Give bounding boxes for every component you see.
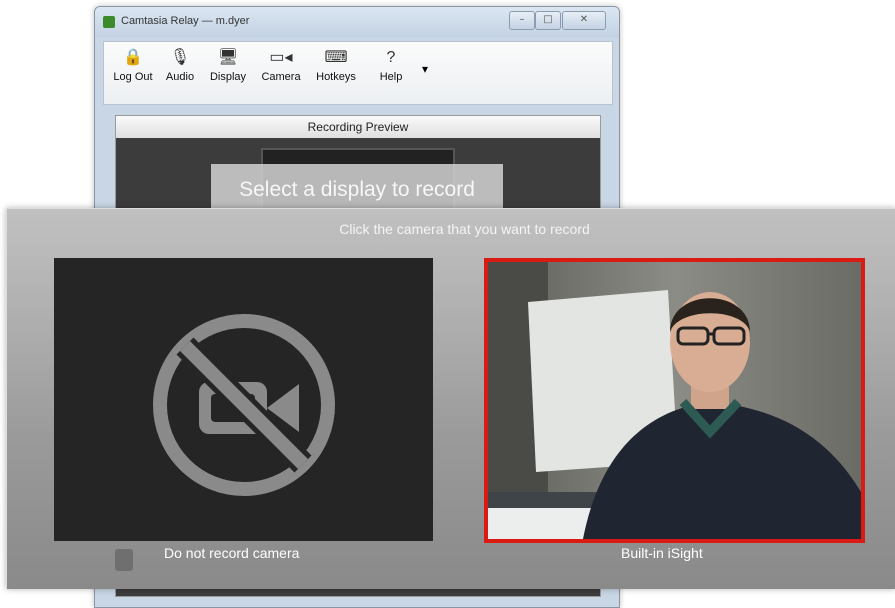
log-out-label: Log Out <box>113 71 153 83</box>
hotkeys-button[interactable]: ⌨ Hotkeys <box>310 48 362 83</box>
microphone-icon: 🎙 <box>169 49 191 66</box>
keyboard-icon: ⌨ <box>324 49 348 66</box>
camera-disabled-icon <box>153 314 335 496</box>
webcam-feed <box>488 262 861 539</box>
maximize-button[interactable]: □ <box>535 11 561 30</box>
display-button[interactable]: 🖥 Display <box>204 48 252 83</box>
monitor-icon: 🖥 <box>217 49 239 66</box>
hotkeys-label: Hotkeys <box>316 71 356 83</box>
built-in-isight-option[interactable] <box>484 258 865 543</box>
audio-label: Audio <box>165 71 195 83</box>
log-out-button[interactable]: 🔒 Log Out <box>108 48 158 83</box>
window-title: Camtasia Relay — m.dyer <box>121 15 250 27</box>
camera-button[interactable]: ▭◂ Camera <box>256 48 306 83</box>
more-dropdown-icon[interactable]: ▾ <box>422 62 428 76</box>
title-bar[interactable]: Camtasia Relay — m.dyer – □ ✕ <box>95 7 619 37</box>
do-not-record-camera-option[interactable] <box>54 258 433 541</box>
lock-icon: 🔒 <box>123 49 143 66</box>
help-button[interactable]: ? Help <box>370 48 412 83</box>
help-label: Help <box>379 71 403 83</box>
app-icon <box>103 16 115 28</box>
camera-instruction: Click the camera that you want to record <box>339 221 590 237</box>
camera-selection-overlay: Click the camera that you want to record… <box>6 208 895 589</box>
do-not-record-camera-label: Do not record camera <box>164 545 300 561</box>
bottom-status-icon <box>115 549 133 571</box>
recording-preview-header: Recording Preview <box>116 116 600 138</box>
display-label: Display <box>209 71 247 83</box>
built-in-isight-label: Built-in iSight <box>621 545 703 561</box>
camera-label: Camera <box>261 71 301 83</box>
minimize-button[interactable]: – <box>509 11 535 30</box>
audio-button[interactable]: 🎙 Audio <box>160 48 200 83</box>
close-button[interactable]: ✕ <box>562 11 606 30</box>
video-camera-icon: ▭◂ <box>269 49 293 66</box>
question-icon: ? <box>386 49 396 66</box>
toolbar: 🔒 Log Out 🎙 Audio 🖥 Display ▭◂ Camera ⌨ … <box>103 41 613 105</box>
